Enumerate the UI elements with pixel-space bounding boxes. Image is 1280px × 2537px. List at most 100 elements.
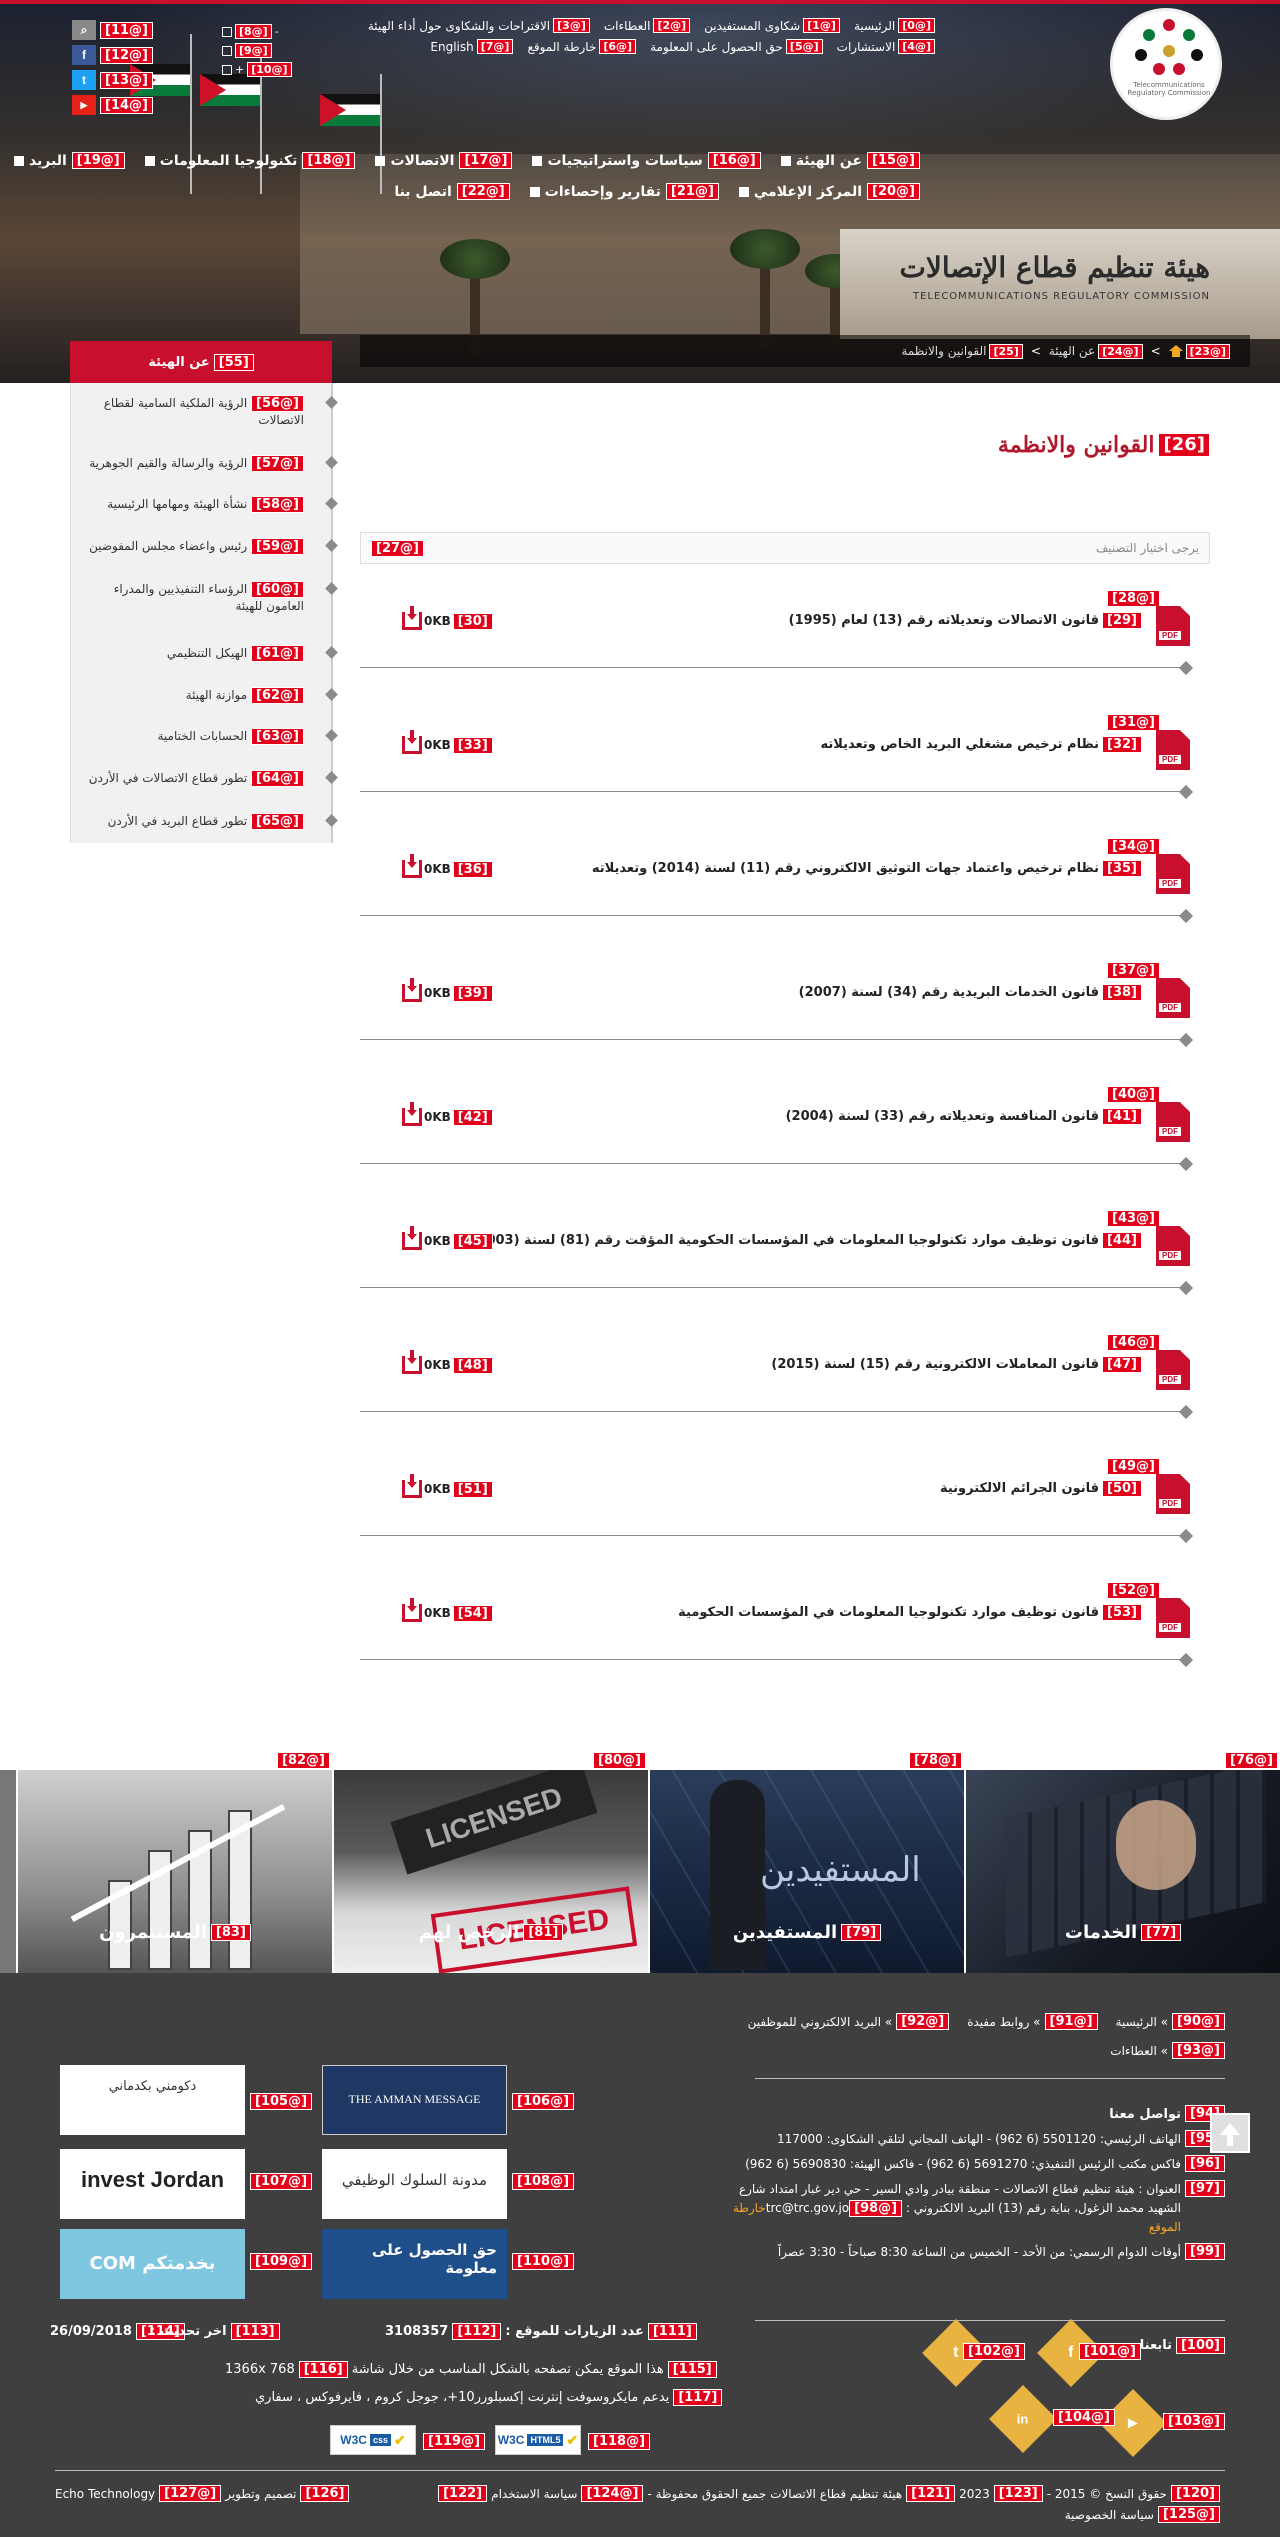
divider [360, 1163, 1190, 1164]
top-nav-suggestions[interactable]: [3@] الاقتراحات والشكاوى حول أداء الهيئة [368, 18, 590, 33]
sidebar-item-budget[interactable]: [62@] موازنة الهيئة [84, 687, 304, 704]
tile-investors[interactable]: [83] المستثمرون [18, 1770, 332, 1973]
pdf-icon[interactable]: PDF [1156, 730, 1190, 770]
main-nav-it[interactable]: [18@] تكنولوجيا المعلومات [144, 152, 356, 169]
document-title-link[interactable]: [50] قانون الجرائم الالكترونية [940, 1480, 1142, 1497]
email-link[interactable]: trc@trc.gov.jo [766, 2201, 849, 2215]
download-button[interactable]: 0KB [30] [402, 606, 493, 630]
w3c-css-badge[interactable]: W3C css ✔ [330, 2425, 416, 2455]
sidebar-item-final-accounts[interactable]: [63@] الحسابات الختامية [84, 728, 304, 745]
tag: [50] [1102, 1480, 1142, 1497]
document-title-link[interactable]: [38] قانون الخدمات البريدية رقم (34) لسنة… [799, 984, 1142, 1001]
document-title-link[interactable]: [47] قانون المعاملات الالكترونية رقم (15)… [771, 1356, 1142, 1373]
pdf-icon[interactable]: PDF [1156, 606, 1190, 646]
footer-link-useful[interactable]: [91@]» روابط مفيدة [967, 2013, 1098, 2030]
linkedin-icon[interactable]: in [989, 2385, 1057, 2453]
download-icon [402, 1102, 422, 1126]
font-decrease-control[interactable]: [8@] - [222, 24, 292, 39]
w3c-html5-badge[interactable]: W3C HTML5 ✔ [495, 2425, 581, 2455]
facebook-link[interactable]: f [12@] [72, 45, 162, 65]
footer-link-staff-email[interactable]: [92@]» البريد الالكتروني للموظفين [748, 2013, 950, 2030]
sidebar-item-board[interactable]: [59@] رئيس واعضاء مجلس المفوضين [84, 538, 304, 555]
download-button[interactable]: 0KB [33] [402, 730, 493, 754]
tag: [103@] [1162, 2413, 1225, 2430]
main-nav-contact[interactable]: [22@] اتصل بنا [394, 183, 510, 200]
tag: [91@] [1044, 2013, 1098, 2030]
search-button[interactable]: ⌕ [11@] [72, 20, 162, 40]
sidebar-item-executives[interactable]: [60@] الرؤساء التنفيذيين والمدراء العامو… [84, 581, 304, 615]
font-reset-control[interactable]: [9@] [222, 43, 292, 58]
label: HTML5 [527, 2434, 564, 2446]
sidebar-item-vision-mission[interactable]: [57@] الرؤية والرسالة والقيم الجوهرية [84, 455, 304, 472]
top-nav-sitemap[interactable]: [6@] خارطة الموقع [527, 39, 637, 54]
document-title-link[interactable]: [32] نظام ترخيص مشغلي البريد الخاص وتعديل… [820, 736, 1142, 753]
main-nav-policies[interactable]: [16@] سياسات واستراتيجيات [532, 152, 761, 169]
tag: [115] [667, 2361, 717, 2378]
download-button[interactable]: 0KB [54] [402, 1598, 493, 1622]
sidebar-item-post-evolution[interactable]: [65@] تطور قطاع البريد في الأردن [84, 813, 304, 830]
footer-link-tenders[interactable]: [93@]» العطاءات [1110, 2042, 1225, 2059]
amman-message-banner[interactable]: THE AMMAN MESSAGE [322, 2065, 507, 2135]
top-nav-home[interactable]: [0@] الرئيسية [854, 18, 935, 33]
main-nav-media-center[interactable]: [20@] المركز الإعلامي [738, 183, 920, 200]
trc-logo[interactable]: Telecommunications Regulatory Commission [1110, 8, 1222, 120]
label: English [430, 39, 474, 54]
download-button[interactable]: 0KB [45] [402, 1226, 493, 1250]
sidebar-item-org-structure[interactable]: [61@] الهيكل التنظيمي [84, 645, 304, 662]
download-button[interactable]: 0KB [51] [402, 1474, 493, 1498]
tag: [37@] [1107, 962, 1160, 979]
top-nav-english[interactable]: [7@] English [430, 39, 514, 54]
download-button[interactable]: 0KB [42] [402, 1102, 493, 1126]
top-nav-consultations[interactable]: [4@] الاستشارات [837, 39, 935, 54]
breadcrumb-home[interactable]: [23@] [1168, 343, 1230, 359]
bekhedmetkom-banner[interactable]: بخدمتكم COM [60, 2229, 245, 2299]
document-title-link[interactable]: [41] قانون المنافسة وتعديلاته رقم (33) لس… [786, 1108, 1142, 1125]
document-row: [46@] PDF [47] قانون المعاملات الالكترونية … [360, 1334, 1194, 1420]
right-to-information-banner[interactable]: حق الحصول على معلومة [322, 2229, 507, 2299]
pdf-icon[interactable]: PDF [1156, 1226, 1190, 1266]
label: invest Jordan [80, 2167, 225, 2192]
top-nav-complaints[interactable]: [1@] شكاوى المستفيدين [704, 18, 840, 33]
breadcrumb-about[interactable]: [24@] عن الهيئة [1049, 343, 1143, 359]
designer-link[interactable]: Echo Technology [55, 2487, 155, 2501]
privacy-link[interactable]: سياسة الخصوصية [1065, 2508, 1154, 2522]
pdf-icon[interactable]: PDF [1156, 978, 1190, 1018]
code-of-conduct-banner[interactable]: مدونة السلوك الوظيفي [322, 2149, 507, 2219]
document-title-link[interactable]: [29] قانون الاتصالات وتعديلاته رقم (13) ل… [789, 612, 1142, 629]
pdf-icon[interactable]: PDF [1156, 1102, 1190, 1142]
document-title-link[interactable]: [44] قانون توظيف موارد تكنولوجيا المعلوما… [471, 1232, 1142, 1249]
terms-link[interactable]: سياسة الاستخدام [491, 2487, 577, 2501]
sidebar-item-royal-vision[interactable]: [56@] الرؤية الملكية السامية لقطاع الاتص… [84, 395, 304, 429]
main-nav-reports[interactable]: [21@] تقارير وإحصاءات [529, 183, 719, 200]
pdf-icon[interactable]: PDF [1156, 1350, 1190, 1390]
youtube-link[interactable]: ▶ [14@] [72, 95, 162, 115]
pdf-icon[interactable]: PDF [1156, 1598, 1190, 1638]
tile-beneficiaries[interactable]: المستفيدين [79] المستفيدين [650, 1770, 964, 1973]
pdf-icon[interactable]: PDF [1156, 854, 1190, 894]
top-nav-tenders[interactable]: [2@] العطاءات [604, 18, 691, 33]
pdf-icon[interactable]: PDF [1156, 1474, 1190, 1514]
tile-services[interactable]: [77] الخدمات [966, 1770, 1280, 1973]
scroll-to-top-button[interactable] [1210, 2113, 1250, 2153]
document-title-link[interactable]: [35] نظام ترخيص واعتماد جهات التوثيق الال… [592, 860, 1142, 877]
twitter-link[interactable]: t [13@] [72, 70, 162, 90]
tile-licensees[interactable]: LICENSED LICENSED [81]الرخص لهم [334, 1770, 648, 1973]
main-nav-post[interactable]: [19@] البريد [13, 152, 125, 169]
tag: [121] [906, 2485, 956, 2502]
tag: [125@] [1157, 2506, 1220, 2523]
main-nav-telecom[interactable]: [17@] الاتصالات [375, 152, 513, 169]
download-button[interactable]: 0KB [36] [402, 854, 493, 878]
invest-jordan-banner[interactable]: invest Jordan [60, 2149, 245, 2219]
top-nav-right-to-info[interactable]: [5@] حق الحصول على المعلومة [650, 39, 823, 54]
label: عدد الزيارات للموقع : [505, 2324, 644, 2339]
main-nav-about[interactable]: [15@] عن الهيئة [780, 152, 920, 169]
category-select[interactable]: يرجى اختيار التصنيف [27@] [360, 532, 1210, 564]
footer-link-home[interactable]: [90@]» الرئيسية [1116, 2013, 1225, 2030]
sidebar-item-telecom-evolution[interactable]: [64@] تطور قطاع الاتصالات في الأردن [84, 770, 304, 787]
download-button[interactable]: 0KB [39] [402, 978, 493, 1002]
document-title-link[interactable]: [53] قانون توظيف موارد تكنولوجيا المعلوما… [678, 1604, 1142, 1621]
dakmni-banner[interactable]: دكومني بكدماني [60, 2065, 245, 2135]
sidebar-item-establishment[interactable]: [58@] نشأة الهيئة ومهامها الرئيسية [84, 496, 304, 513]
font-increase-control[interactable]: + [10@] [222, 62, 292, 77]
download-button[interactable]: 0KB [48] [402, 1350, 493, 1374]
